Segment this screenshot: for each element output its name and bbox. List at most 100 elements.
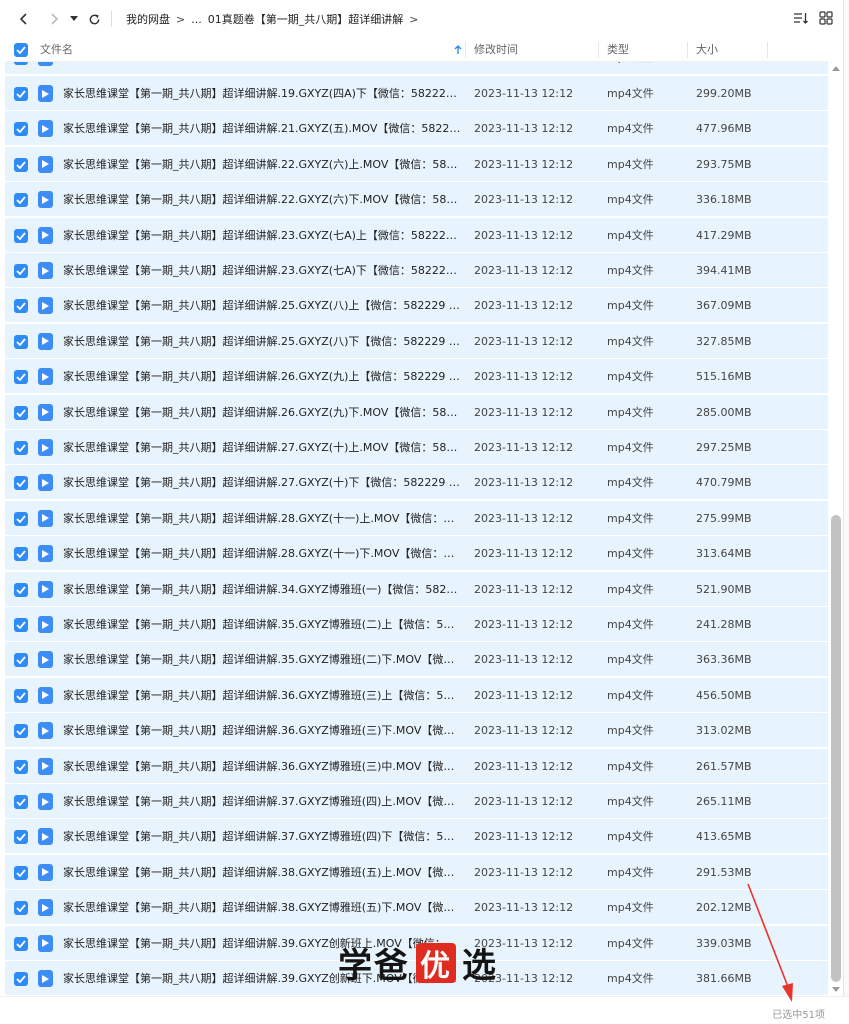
scroll-down-arrow-icon[interactable] [832, 987, 840, 992]
row-size: 456.50MB [696, 688, 752, 702]
row-file-name[interactable]: 家长思维课堂【第一期_共八期】超详细讲解.37.GXYZ博雅班(四)上.MOV【… [63, 784, 461, 819]
row-checkbox[interactable] [14, 157, 28, 172]
table-row[interactable]: 家长思维课堂【第一期_共八期】超详细讲解.25.GXYZ(八)下【微信：5822… [5, 323, 828, 359]
row-checkbox[interactable] [14, 795, 28, 809]
sort-arrow-up-icon[interactable] [454, 38, 462, 62]
select-all-checkbox[interactable] [14, 43, 28, 57]
column-header-type[interactable]: 类型 [607, 38, 629, 62]
row-file-name[interactable]: 家长思维课堂【第一期_共八期】超详细讲解.35.GXYZ博雅班(二)上【微信：5… [63, 607, 461, 642]
scroll-up-arrow-icon[interactable] [832, 66, 840, 71]
row-file-name[interactable]: 家长思维课堂【第一期_共八期】超详细讲解.38.GXYZ博雅班(五)上.MOV【… [63, 855, 461, 890]
row-checkbox[interactable] [14, 441, 28, 455]
row-file-name[interactable]: 家长思维课堂【第一期_共八期】超详细讲解.35.GXYZ博雅班(二)下.MOV【… [63, 642, 461, 677]
row-file-name[interactable]: 家长思维课堂【第一期_共八期】超详细讲解.36.GXYZ博雅班(三)上【微信：5… [63, 678, 461, 713]
table-row[interactable]: 家长思维课堂【第一期_共八期】超详细讲解.28.GXYZ(十一)上.MOV【微信… [5, 500, 828, 536]
refresh-button[interactable] [83, 8, 105, 30]
table-row[interactable]: 家长思维课堂【第一期_共八期】超详细讲解.34.GXYZ博雅班(一)【微信：58… [5, 571, 828, 607]
grid-view-button[interactable] [819, 10, 833, 29]
row-file-name[interactable]: 家长思维课堂【第一期_共八期】超详细讲解.27.GXYZ(十)下【微信：5822… [63, 465, 461, 500]
table-row[interactable]: 家长思维课堂【第一期_共八期】超详细讲解.28.GXYZ(十一)下.MOV【微信… [5, 536, 828, 572]
table-row[interactable]: 家长思维课堂【第一期_共八期】超详细讲解.19.GXYZ(四A)下【微信：582… [5, 76, 828, 111]
row-file-name[interactable]: 家长思维课堂【第一期_共八期】超详细讲解.36.GXYZ博雅班(三)下.MOV【… [63, 713, 461, 748]
breadcrumb-item-root[interactable]: 我的网盘 [126, 11, 170, 27]
table-row[interactable]: 家长思维课堂【第一期_共八期】超详细讲解.22.GXYZ(六)上.MOV【微信：… [5, 146, 828, 182]
row-checkbox[interactable] [14, 193, 28, 208]
row-checkbox[interactable] [14, 759, 28, 774]
row-file-name[interactable]: 家长思维课堂【第一期_共八期】超详细讲解.22.GXYZ(六)上.MOV【微信：… [63, 147, 461, 182]
row-file-name[interactable]: 家长思维课堂【第一期_共八期】超详细讲解.21.GXYZ(五).MOV【微信：5… [63, 111, 461, 146]
row-file-name[interactable]: 家长思维课堂【第一期_共八期】超详细讲解.27.GXYZ(十)上.MOV【微信：… [63, 430, 461, 465]
caret-down-icon [70, 16, 78, 21]
row-file-name[interactable]: 家长思维课堂【第一期_共八期】超详细讲解.28.GXYZ(十一)上.MOV【微信… [63, 501, 461, 536]
row-file-name[interactable]: 家长思维课堂【第一期_共八期】超详细讲解.23.GXYZ(七A)上【微信：582… [63, 218, 461, 253]
row-checkbox[interactable] [14, 122, 28, 137]
row-file-name[interactable]: 家长思维课堂【第一期_共八期】超详细讲解.34.GXYZ博雅班(一)【微信：58… [63, 572, 461, 607]
table-row[interactable]: 家长思维课堂【第一期_共八期】超详细讲解.21.GXYZ(五).MOV【微信：5… [5, 111, 828, 147]
table-row[interactable]: 家长思维课堂【第一期_共八期】超详细讲解.35.GXYZ博雅班(二)上【微信：5… [5, 607, 828, 642]
vertical-scrollbar[interactable] [829, 62, 843, 996]
table-row[interactable]: 家长思维课堂【第一期_共八期】超详细讲解.38.GXYZ博雅班(五)上.MOV【… [5, 854, 828, 890]
row-checkbox[interactable] [14, 724, 28, 739]
row-checkbox[interactable] [14, 830, 28, 845]
table-row[interactable]: 家长思维课堂【第一期_共八期】超详细讲解.27.GXYZ(十)上.MOV【微信：… [5, 430, 828, 465]
row-file-name[interactable]: 家长思维课堂【第一期_共八期】超详细讲解.28.GXYZ(十一)下.MOV【微信… [63, 536, 461, 571]
column-header-size[interactable]: 大小 [696, 38, 718, 62]
row-checkbox[interactable] [14, 228, 28, 243]
row-checkbox[interactable] [14, 62, 28, 65]
table-row[interactable]: 家长思维课堂【第一期_共八期】超详细讲解.27.GXYZ(十)下【微信：5822… [5, 465, 828, 501]
scroll-thumb[interactable] [831, 515, 841, 982]
row-file-name[interactable]: 家长思维课堂【第一期_共八期】超详细讲解.26.GXYZ(九)上【微信：5822… [63, 359, 461, 394]
table-row[interactable]: 家长思维课堂【第一期_共八期】超详细讲解.22.GXYZ(六)下.MOV【微信：… [5, 182, 828, 218]
row-checkbox[interactable] [14, 264, 28, 278]
table-row[interactable]: 家长思维课堂【第一期_共八期】超详细讲解.36.GXYZ博雅班(三)上【微信：5… [5, 677, 828, 713]
table-row[interactable]: 家长思维课堂【第一期_共八期】超详细讲解.36.GXYZ博雅班(三)下.MOV【… [5, 713, 828, 749]
history-dropdown[interactable] [67, 8, 81, 30]
back-button[interactable] [13, 8, 35, 30]
table-row[interactable]: 家长思维课堂【第一期_共八期】超详细讲解.35.GXYZ博雅班(二)下.MOV【… [5, 642, 828, 678]
row-checkbox[interactable] [14, 901, 28, 916]
row-checkbox[interactable] [14, 299, 28, 314]
row-checkbox[interactable] [14, 547, 28, 562]
row-file-name[interactable]: 家长思维课堂【第一期_共八期】超详细讲解.37.GXYZ博雅班(四)下【微信：5… [63, 819, 461, 854]
row-file-name[interactable]: 家长思维课堂【第一期_共八期】超详细讲解.25.GXYZ(八)上【微信：5822… [63, 288, 461, 323]
table-row[interactable]: 家长思维课堂【第一期_共八期】超详细讲解.26.GXYZ(九)上【微信：5822… [5, 359, 828, 395]
row-checkbox[interactable] [14, 688, 28, 703]
row-checkbox[interactable] [14, 334, 28, 349]
breadcrumb-item-ellipsis[interactable]: ... [191, 13, 202, 26]
column-header-modified[interactable]: 修改时间 [474, 38, 518, 62]
breadcrumb-item-current[interactable]: 01真题卷【第一期_共八期】超详细讲解 [208, 11, 404, 27]
row-file-name[interactable]: 家长思维课堂【第一期_共八期】超详细讲解.19.GXYZ(四A)下【微信：582… [63, 76, 461, 111]
row-file-name[interactable]: 家长思维课堂【第一期_共八期】超详细讲解.38.GXYZ博雅班(五)下.MOV【… [63, 890, 461, 925]
row-file-name[interactable]: 家长思维课堂【第一期_共八期】超详细讲解.26.GXYZ(九)下.MOV【微信：… [63, 395, 461, 430]
check-icon [16, 125, 26, 134]
row-file-name[interactable]: 家长思维课堂【第一期_共八期】超详细讲解.23.GXYZ(七A)下【微信：582… [63, 253, 461, 288]
table-row[interactable]: 家长思维课堂【第一期_共八期】超详细讲解.23.GXYZ(七A)上【微信：582… [5, 217, 828, 253]
sort-button[interactable] [793, 10, 809, 29]
table-row[interactable]: 家长思维课堂【第一期_共八期】超详细讲解.36.GXYZ博雅班(三)中.MOV【… [5, 748, 828, 784]
row-checkbox[interactable] [14, 618, 28, 632]
row-checkbox[interactable] [14, 370, 28, 385]
row-checkbox[interactable] [14, 936, 28, 951]
row-checkbox[interactable] [14, 87, 28, 101]
forward-button[interactable] [43, 8, 65, 30]
column-header-name[interactable]: 文件名 [40, 38, 73, 62]
video-file-icon [38, 191, 53, 209]
table-row[interactable]: 家长思维课堂【第一期_共八期】超详细讲解.26.GXYZ(九)下.MOV【微信：… [5, 394, 828, 430]
table-row[interactable]: 家长思维课堂【第一期_共八期】超详细讲解.38.GXYZ博雅班(五)下.MOV【… [5, 890, 828, 926]
row-checkbox[interactable] [14, 972, 28, 986]
row-checkbox[interactable] [14, 476, 28, 491]
row-checkbox[interactable] [14, 511, 28, 526]
row-checkbox[interactable] [14, 653, 28, 668]
row-checkbox[interactable] [14, 865, 28, 880]
row-checkbox[interactable] [14, 405, 28, 420]
row-file-name[interactable]: 家长思维课堂【第一期_共八期】超详细讲解.22.GXYZ(六)下.MOV【微信：… [63, 182, 461, 217]
row-file-name[interactable]: 家长思维课堂【第一期_共八期】超详细讲解.25.GXYZ(八)下【微信：5822… [63, 324, 461, 359]
table-row[interactable]: 家长思维课堂【第一期_共八期】超详细讲解.37.GXYZ博雅班(四)上.MOV【… [5, 784, 828, 819]
check-icon [16, 940, 26, 948]
table-row[interactable]: 家长思维课堂【第一期_共八期】超详细讲解.25.GXYZ(八)上【微信：5822… [5, 288, 828, 324]
table-row[interactable]: 家长思维课堂【第一期_共八期】超详细讲解.37.GXYZ博雅班(四)下【微信：5… [5, 819, 828, 855]
row-file-name[interactable]: 家长思维课堂【第一期_共八期】超详细讲解.36.GXYZ博雅班(三)中.MOV【… [63, 749, 461, 784]
row-checkbox[interactable] [14, 582, 28, 597]
table-row[interactable]: mp4文件 [5, 62, 828, 75]
table-row[interactable]: 家长思维课堂【第一期_共八期】超详细讲解.23.GXYZ(七A)下【微信：582… [5, 253, 828, 288]
